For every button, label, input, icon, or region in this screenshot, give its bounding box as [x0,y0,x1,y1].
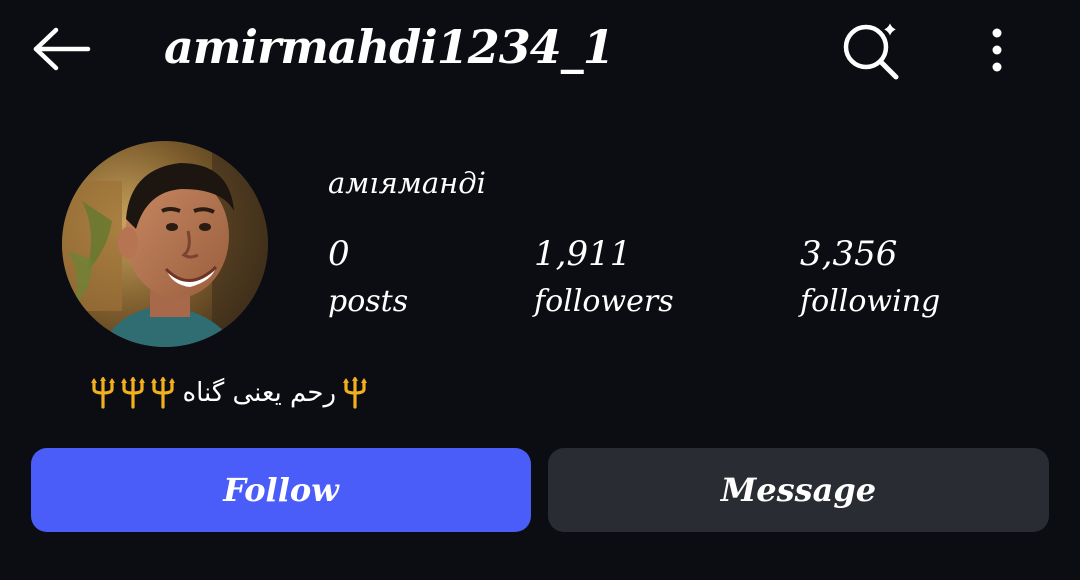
more-options-button[interactable] [970,22,1024,78]
stat-posts[interactable]: 0 posts [328,232,408,328]
stat-followers[interactable]: 1,911 followers [534,232,674,328]
following-label: following [800,284,941,319]
back-button[interactable] [28,22,94,76]
arrow-left-icon [33,27,91,71]
trident-emoji-icon [343,377,367,409]
search-button[interactable] [836,16,908,84]
trident-emoji-icon [121,377,146,409]
top-bar: amirmahdi1234_1 [0,0,1080,100]
following-count: 3,356 [800,234,898,274]
avatar-photo [62,141,268,347]
followers-count: 1,911 [534,234,632,274]
posts-count: 0 [328,234,350,274]
profile-avatar[interactable] [62,141,268,347]
bio-text: رحم يعنى گناه [182,378,336,408]
follow-button[interactable]: Follow [31,448,531,532]
profile-bio: رحم يعنى گناه [40,368,370,418]
posts-label: posts [328,284,409,319]
trident-emoji-icon [91,377,116,409]
bio-line: رحم يعنى گناه [88,377,370,409]
profile-display-name: амıяманді [328,166,486,200]
profile-username: amirmahdi1234_1 [164,20,615,74]
search-sparkle-icon [843,19,900,80]
trident-emoji-icon [151,377,176,409]
message-button[interactable]: Message [548,448,1049,532]
more-vertical-icon [992,28,1002,72]
followers-label: followers [534,284,674,319]
stat-following[interactable]: 3,356 following [800,232,940,328]
